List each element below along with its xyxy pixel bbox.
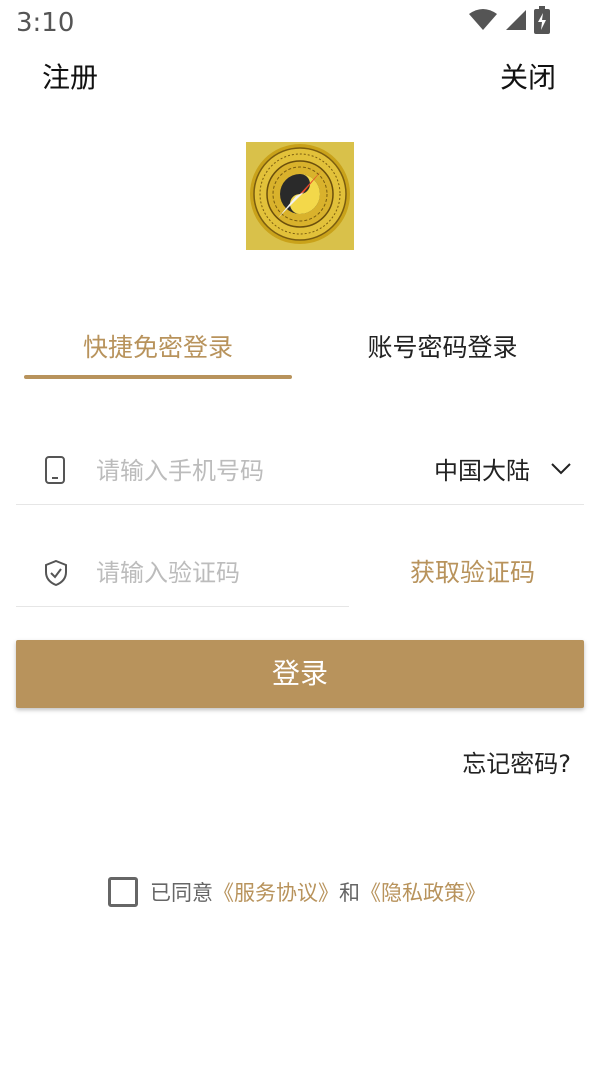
agreement-row: 已同意 《服务协议》 和 《隐私政策》 <box>108 876 486 908</box>
compass-logo-icon <box>248 142 352 250</box>
divider <box>16 504 584 505</box>
login-button[interactable]: 登录 <box>16 640 584 708</box>
chevron-down-icon[interactable] <box>550 458 572 484</box>
app-logo <box>246 142 354 250</box>
forgot-password-link[interactable]: 忘记密码? <box>462 746 571 782</box>
service-agreement-link[interactable]: 《服务协议》 <box>213 877 339 907</box>
divider <box>16 606 349 607</box>
phone-number-input[interactable] <box>96 450 396 492</box>
agreement-conjunction: 和 <box>339 881 360 905</box>
close-button[interactable]: 关闭 <box>500 58 556 98</box>
register-button[interactable]: 注册 <box>42 58 98 98</box>
region-selector[interactable]: 中国大陆 <box>434 450 530 492</box>
battery-charging-icon <box>534 6 550 38</box>
get-code-button[interactable]: 获取验证码 <box>410 552 535 594</box>
agreement-checkbox[interactable] <box>108 877 138 907</box>
tab-quick-login[interactable]: 快捷免密登录 <box>24 328 292 368</box>
agreement-prefix: 已同意 <box>150 881 213 905</box>
verification-code-input[interactable] <box>96 552 336 594</box>
privacy-policy-link[interactable]: 《隐私政策》 <box>360 877 486 907</box>
phone-icon <box>44 456 66 488</box>
signal-icon <box>504 8 528 36</box>
wifi-icon <box>468 8 498 36</box>
tab-password-login[interactable]: 账号密码登录 <box>310 328 575 368</box>
status-time: 3:10 <box>16 8 75 38</box>
shield-check-icon <box>44 559 68 590</box>
status-icons <box>468 6 550 38</box>
active-tab-indicator <box>24 375 292 379</box>
